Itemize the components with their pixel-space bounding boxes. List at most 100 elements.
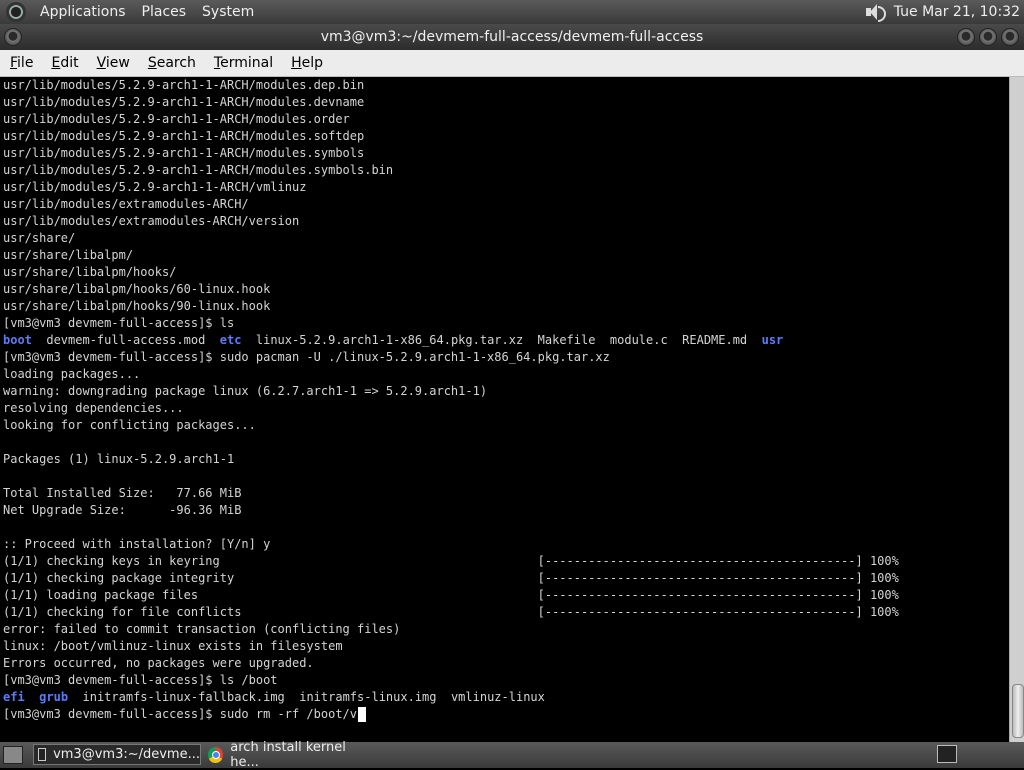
terminal-text: [vm3@vm3 devmem-full-access]$ ls — [3, 316, 235, 330]
terminal-text: usr/lib/modules/5.2.9-arch1-1-ARCH/modul… — [3, 95, 365, 109]
terminal-line: usr/lib/modules/5.2.9-arch1-1-ARCH/modul… — [3, 162, 1007, 179]
terminal-line: loading packages... — [3, 366, 1007, 383]
terminal-text: usr/lib/modules/extramodules-ARCH/ — [3, 197, 249, 211]
directory-entry: grub — [39, 690, 69, 704]
terminal-line: (1/1) checking for file conflicts [-----… — [3, 604, 1007, 621]
bottom-taskbar: vm3@vm3:~/devme... arch install kernel h… — [0, 740, 1024, 770]
directory-entry: usr — [761, 333, 784, 347]
taskbar-item-terminal[interactable]: vm3@vm3:~/devme... — [33, 744, 201, 765]
volume-icon[interactable] — [864, 3, 886, 22]
terminal-text: (1/1) checking package integrity [------… — [3, 571, 899, 585]
close-button[interactable] — [1001, 28, 1019, 46]
clock[interactable]: Tue Mar 21, 10:32 — [894, 4, 1020, 20]
terminal-text: Total Installed Size: 77.66 MiB — [3, 486, 242, 500]
terminal-text: [vm3@vm3 devmem-full-access]$ ls /boot — [3, 673, 278, 687]
terminal-lines: usr/lib/modules/5.2.9-arch1-1-ARCH/modul… — [3, 77, 1007, 723]
terminal-text: [vm3@vm3 devmem-full-access]$ sudo rm -r… — [3, 707, 358, 721]
terminal-line: (1/1) checking keys in keyring [--------… — [3, 553, 1007, 570]
terminal-text: usr/share/libalpm/hooks/ — [3, 265, 177, 279]
terminal-text: Packages (1) linux-5.2.9.arch1-1 — [3, 452, 235, 466]
terminal-text: devmem-full-access.mod — [31, 333, 220, 347]
menu-help[interactable]: Help — [281, 50, 331, 76]
terminal-text: warning: downgrading package linux (6.2.… — [3, 384, 488, 398]
terminal-line: Net Upgrade Size: -96.36 MiB — [3, 502, 1007, 519]
terminal-text: usr/lib/modules/5.2.9-arch1-1-ARCH/modul… — [3, 78, 365, 92]
terminal-line: [vm3@vm3 devmem-full-access]$ ls — [3, 315, 1007, 332]
window-titlebar[interactable]: vm3@vm3:~/devmem-full-access/devmem-full… — [0, 24, 1024, 50]
terminal-line: usr/lib/modules/extramodules-ARCH/versio… — [3, 213, 1007, 230]
menu-file[interactable]: File — [0, 50, 41, 76]
places-menu[interactable]: Places — [134, 0, 195, 24]
terminal-output[interactable]: usr/lib/modules/5.2.9-arch1-1-ARCH/modul… — [0, 77, 1009, 742]
terminal-text: linux: /boot/vmlinuz-linux exists in fil… — [3, 639, 343, 653]
menu-search[interactable]: Search — [138, 50, 204, 76]
maximize-button[interactable] — [979, 28, 997, 46]
top-panel: Applications Places System Tue Mar 21, 1… — [0, 0, 1024, 24]
terminal-text: looking for conflicting packages... — [3, 418, 256, 432]
system-menu[interactable]: System — [194, 0, 262, 24]
terminal-text: usr/share/libalpm/hooks/90-linux.hook — [3, 299, 271, 313]
terminal-line: error: failed to commit transaction (con… — [3, 621, 1007, 638]
terminal-line: usr/lib/modules/5.2.9-arch1-1-ARCH/modul… — [3, 111, 1007, 128]
terminal-text: (1/1) loading package files [-----------… — [3, 588, 899, 602]
taskbar-item-label: vm3@vm3:~/devme... — [53, 747, 200, 762]
terminal-text: (1/1) checking for file conflicts [-----… — [3, 605, 899, 619]
terminal-line: looking for conflicting packages... — [3, 417, 1007, 434]
minimize-button[interactable] — [957, 28, 975, 46]
terminal-line: usr/share/libalpm/hooks/60-linux.hook — [3, 281, 1007, 298]
terminal-text: Net Upgrade Size: -96.36 MiB — [3, 503, 242, 517]
terminal-text: usr/share/ — [3, 231, 76, 245]
scrollbar-thumb[interactable] — [1012, 684, 1024, 738]
text-cursor — [358, 707, 367, 722]
terminal-line: Packages (1) linux-5.2.9.arch1-1 — [3, 451, 1007, 468]
terminal-text: Errors occurred, no packages were upgrad… — [3, 656, 314, 670]
terminal-text: (1/1) checking keys in keyring [--------… — [3, 554, 899, 568]
terminal-line: usr/lib/modules/5.2.9-arch1-1-ARCH/modul… — [3, 77, 1007, 94]
terminal-line: warning: downgrading package linux (6.2.… — [3, 383, 1007, 400]
distro-logo-icon[interactable] — [6, 2, 26, 22]
show-desktop-icon[interactable] — [3, 746, 23, 764]
terminal-line: [vm3@vm3 devmem-full-access]$ ls /boot — [3, 672, 1007, 689]
taskbar-item-browser[interactable]: arch install kernel he... — [204, 740, 372, 770]
menu-view[interactable]: View — [87, 50, 138, 76]
terminal-text: :: Proceed with installation? [Y/n] y — [3, 537, 271, 551]
terminal-line: (1/1) checking package integrity [------… — [3, 570, 1007, 587]
menu-edit[interactable]: Edit — [41, 50, 86, 76]
terminal-text: loading packages... — [3, 367, 141, 381]
terminal-line: efi grub initramfs-linux-fallback.img in… — [3, 689, 1007, 706]
terminal-text: usr/lib/modules/5.2.9-arch1-1-ARCH/modul… — [3, 163, 394, 177]
terminal-line: Total Installed Size: 77.66 MiB — [3, 485, 1007, 502]
terminal-text: resolving dependencies... — [3, 401, 184, 415]
terminal-line: usr/lib/modules/5.2.9-arch1-1-ARCH/modul… — [3, 145, 1007, 162]
chrome-icon — [208, 746, 224, 763]
terminal-line: linux: /boot/vmlinuz-linux exists in fil… — [3, 638, 1007, 655]
terminal-line: usr/share/libalpm/ — [3, 247, 1007, 264]
terminal-line: usr/lib/modules/5.2.9-arch1-1-ARCH/modul… — [3, 94, 1007, 111]
terminal-line: usr/lib/modules/5.2.9-arch1-1-ARCH/modul… — [3, 128, 1007, 145]
tray-terminal-icon[interactable] — [937, 745, 957, 763]
panel-tray: Tue Mar 21, 10:32 — [864, 0, 1020, 24]
terminal-line: usr/share/libalpm/hooks/90-linux.hook — [3, 298, 1007, 315]
terminal-text: usr/lib/modules/5.2.9-arch1-1-ARCH/modul… — [3, 112, 350, 126]
terminal-text: usr/lib/modules/5.2.9-arch1-1-ARCH/vmlin… — [3, 180, 307, 194]
terminal-icon — [38, 748, 47, 761]
terminal-line: boot devmem-full-access.mod etc linux-5.… — [3, 332, 1007, 349]
terminal-text: usr/lib/modules/5.2.9-arch1-1-ARCH/modul… — [3, 146, 365, 160]
menu-terminal[interactable]: Terminal — [204, 50, 281, 76]
terminal-line: [vm3@vm3 devmem-full-access]$ sudo pacma… — [3, 349, 1007, 366]
terminal-line: usr/share/ — [3, 230, 1007, 247]
terminal-line: usr/share/libalpm/hooks/ — [3, 264, 1007, 281]
terminal-scrollbar[interactable] — [1009, 77, 1024, 742]
terminal-text: usr/share/libalpm/hooks/60-linux.hook — [3, 282, 271, 296]
window-title: vm3@vm3:~/devmem-full-access/devmem-full… — [320, 29, 704, 45]
terminal-line: [vm3@vm3 devmem-full-access]$ sudo rm -r… — [3, 706, 1007, 723]
terminal-text: linux-5.2.9.arch1-1-x86_64.pkg.tar.xz Ma… — [241, 333, 762, 347]
directory-entry: efi — [3, 690, 25, 704]
terminal-text: usr/lib/modules/extramodules-ARCH/versio… — [3, 214, 300, 228]
applications-menu[interactable]: Applications — [32, 0, 134, 24]
terminal-text: initramfs-linux-fallback.img initramfs-l… — [68, 690, 545, 704]
